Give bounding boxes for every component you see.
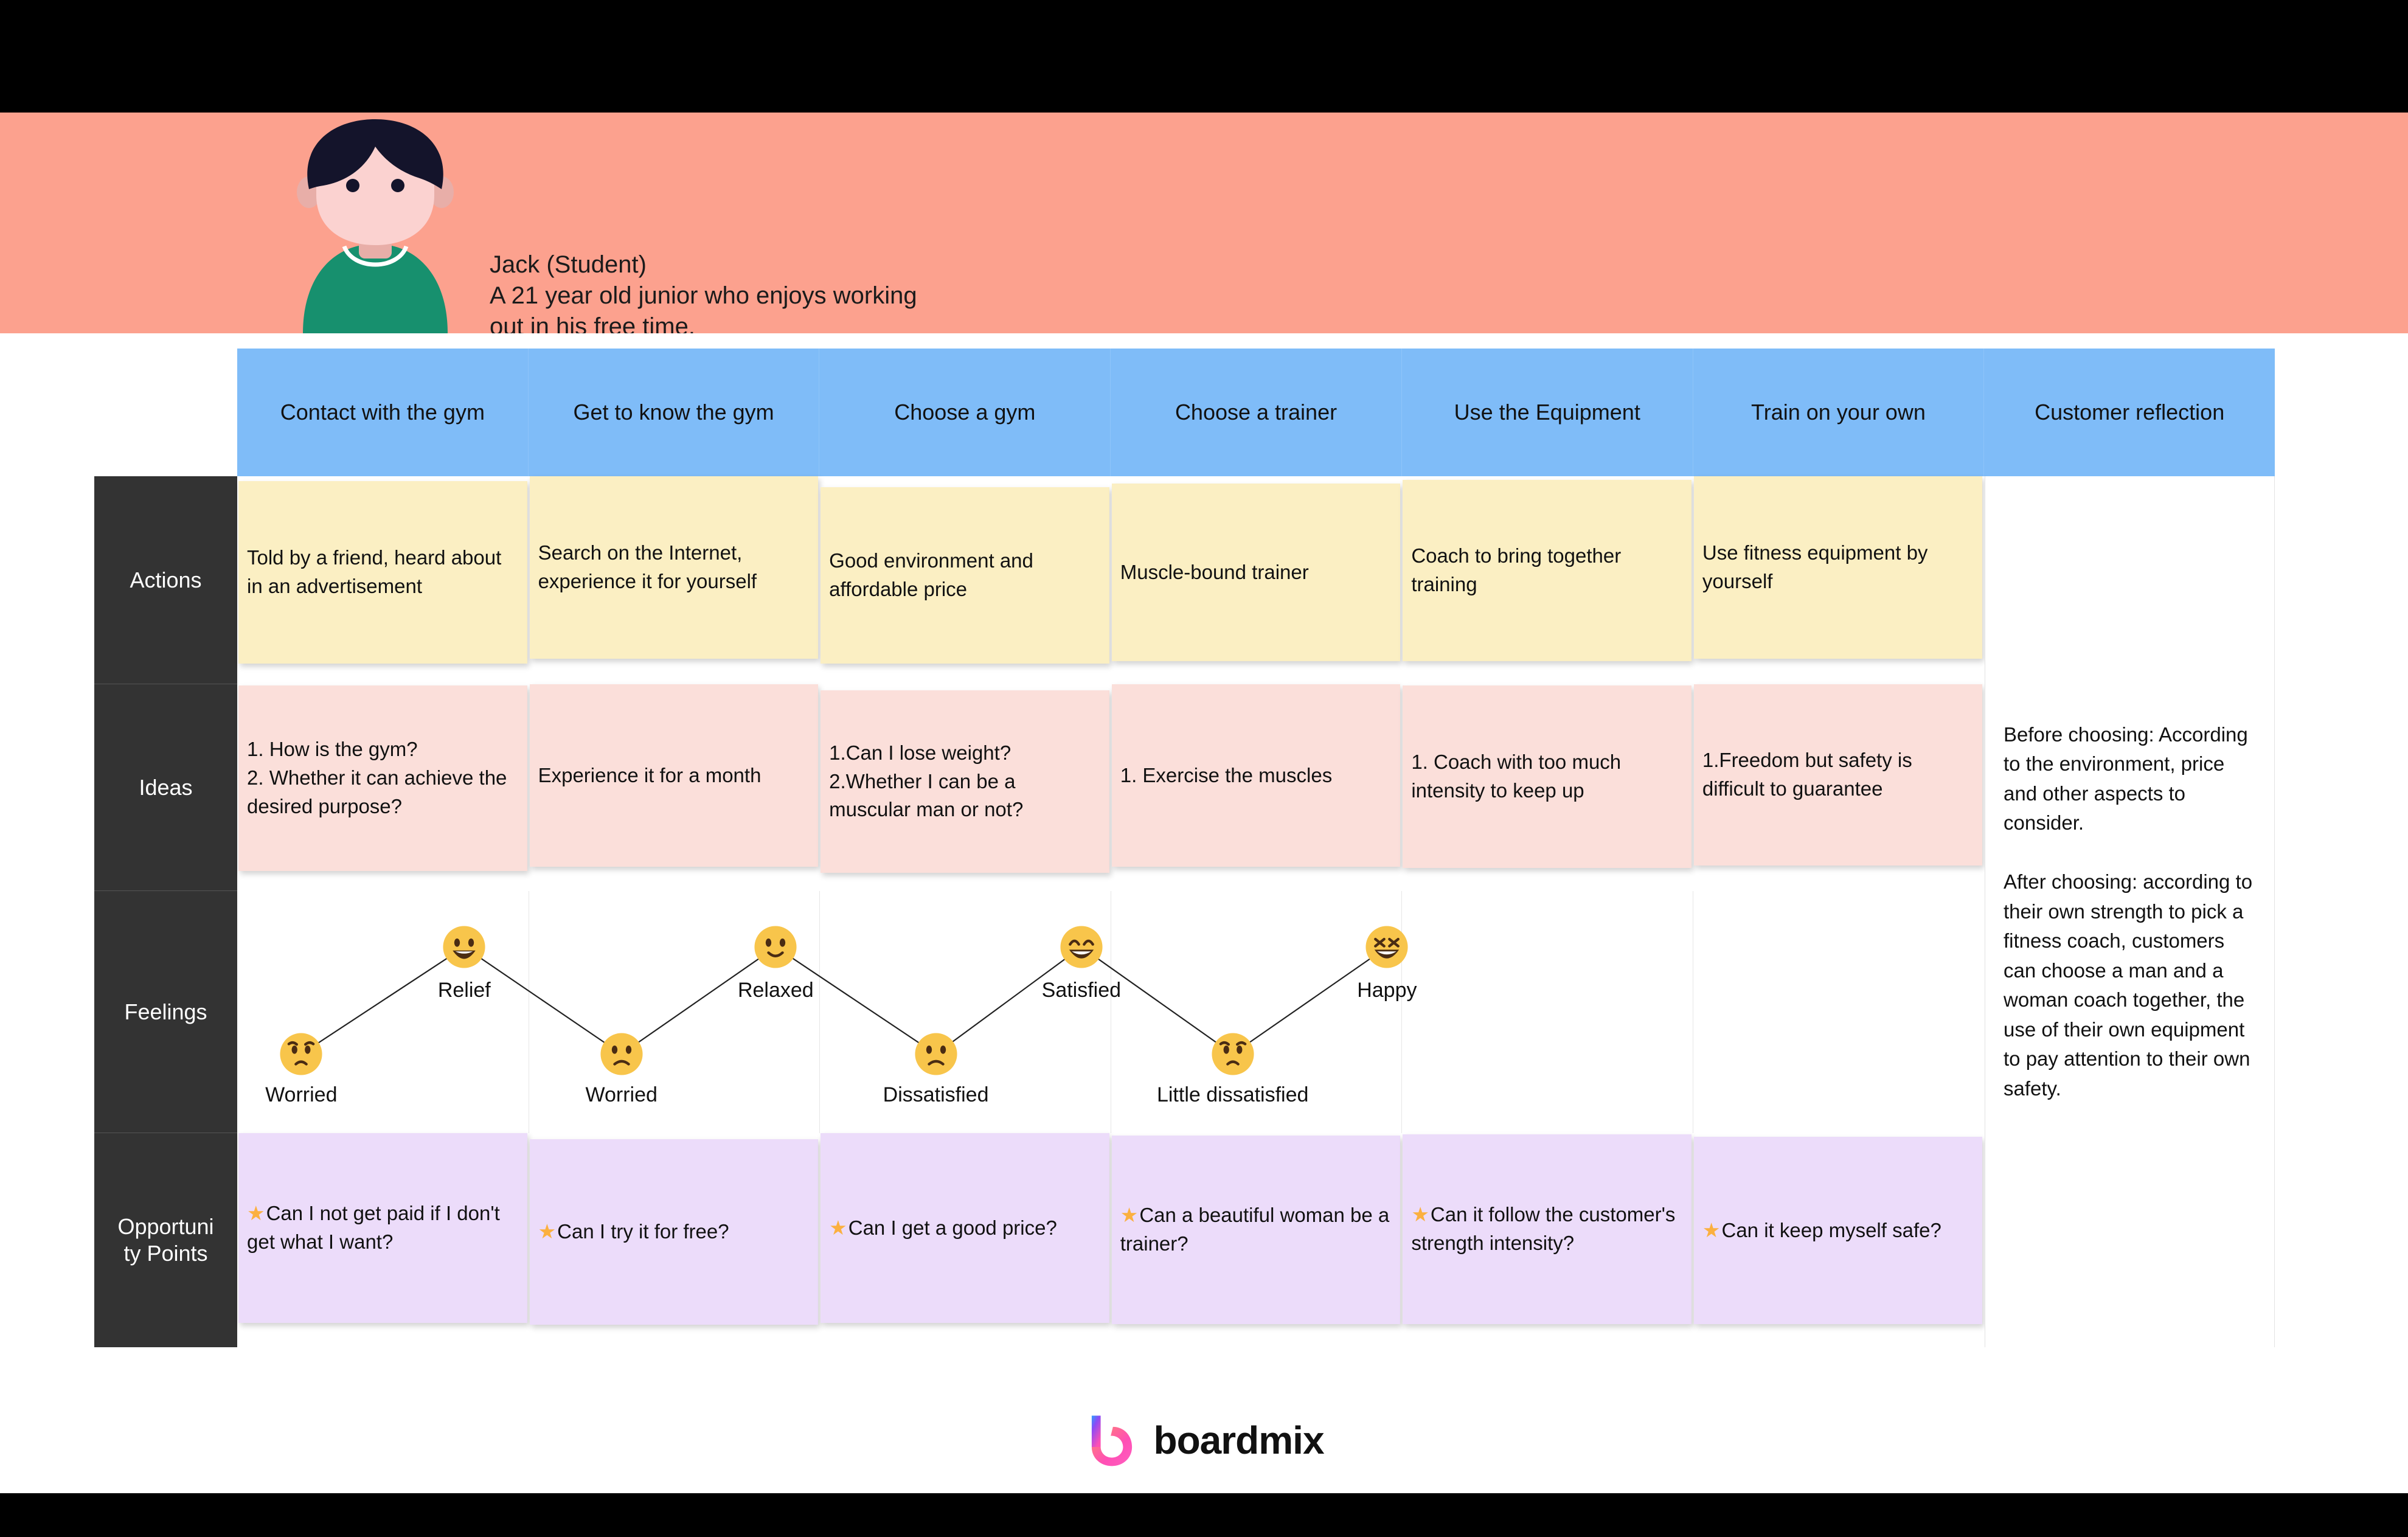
sticky-note[interactable]: ★Can I try it for free?	[529, 1139, 819, 1325]
opportunity-text: Can a beautiful woman be a trainer?	[1120, 1204, 1390, 1255]
sticky-note[interactable]: 1. Exercise the muscles	[1111, 684, 1401, 867]
row-label-ideas: Ideas	[94, 684, 237, 891]
cell-feelings-2	[819, 891, 1111, 1133]
cell-feelings-3	[1111, 891, 1402, 1133]
sticky-note[interactable]: Search on the Internet, experience it fo…	[529, 476, 819, 659]
cell-opportunity-1: ★Can I try it for free?	[529, 1133, 820, 1347]
sticky-note[interactable]: Muscle-bound trainer	[1111, 484, 1401, 661]
opportunity-text: Can it follow the customer's strength in…	[1411, 1203, 1676, 1254]
cell-opportunity-5: ★Can it keep myself safe?	[1693, 1133, 1984, 1347]
cell-actions-3: Muscle-bound trainer	[1111, 476, 1402, 684]
sticky-note[interactable]: ★Can it follow the customer's strength i…	[1403, 1134, 1691, 1324]
star-icon: ★	[1120, 1204, 1139, 1227]
cell-ideas-2: 1.Can I lose weight? 2.Whether I can be …	[819, 684, 1111, 891]
stage-columns: Contact with the gym Get to know the gym…	[237, 349, 2275, 1347]
persona-name: Jack (Student)	[490, 251, 647, 278]
customer-reflection-text: Before choosing: According to the enviro…	[2004, 723, 2253, 1100]
row-ideas: 1. How is the gym? 2. Whether it can ach…	[237, 684, 2275, 891]
opportunity-text: Can I get a good price?	[848, 1216, 1057, 1239]
row-label-feelings: Feelings	[94, 891, 237, 1133]
cell-actions-5: Use fitness equipment by yourself	[1693, 476, 1984, 684]
sticky-note[interactable]: 1. How is the gym? 2. Whether it can ach…	[238, 685, 527, 871]
sticky-note[interactable]: Told by a friend, heard about in an adve…	[238, 481, 527, 664]
row-feelings: Worried Relief Worried Relaxed Dissatisfied S…	[237, 891, 2275, 1133]
row-label-column: Actions Ideas Feelings Opportuni ty Poin…	[94, 476, 237, 1347]
stage-header-row: Contact with the gym Get to know the gym…	[237, 349, 2275, 476]
opportunity-text: Can I try it for free?	[557, 1220, 729, 1243]
boardmix-logo-icon	[1092, 1415, 1133, 1466]
cell-ideas-1: Experience it for a month	[529, 684, 820, 891]
row-opportunity: ★Can I not get paid if I don't get what …	[237, 1133, 2275, 1347]
cell-ideas-4: 1. Coach with too much intensity to keep…	[1401, 684, 1693, 891]
sticky-note[interactable]: ★Can I get a good price?	[821, 1133, 1109, 1323]
customer-reflection-cell[interactable]: Before choosing: According to the enviro…	[1985, 476, 2275, 1347]
header-banner: Jack (Student) A 21 year old junior who …	[0, 113, 2408, 333]
stage-header-2[interactable]: Choose a gym	[819, 349, 1111, 476]
boardmix-wordmark: boardmix	[1153, 1418, 1324, 1462]
row-label-actions: Actions	[94, 476, 237, 684]
sticky-note[interactable]: Good environment and affordable price	[821, 487, 1109, 664]
persona-block: Jack (Student) A 21 year old junior who …	[490, 249, 1098, 333]
sticky-note[interactable]: ★Can a beautiful woman be a trainer?	[1111, 1136, 1401, 1324]
cell-opportunity-3: ★Can a beautiful woman be a trainer?	[1111, 1133, 1402, 1347]
stage-header-4[interactable]: Use the Equipment	[1402, 349, 1693, 476]
sticky-note[interactable]: 1.Freedom but safety is difficult to gua…	[1693, 684, 1983, 866]
star-icon: ★	[247, 1202, 265, 1225]
sticky-note[interactable]: 1. Coach with too much intensity to keep…	[1403, 685, 1691, 868]
sticky-note[interactable]: 1.Can I lose weight? 2.Whether I can be …	[821, 690, 1109, 873]
stage-header-5[interactable]: Train on your own	[1693, 349, 1985, 476]
journey-map-grid: Actions Ideas Feelings Opportuni ty Poin…	[94, 349, 2275, 1359]
cell-opportunity-4: ★Can it follow the customer's strength i…	[1401, 1133, 1693, 1347]
cell-actions-0: Told by a friend, heard about in an adve…	[237, 476, 529, 684]
stage-header-6[interactable]: Customer reflection	[1984, 349, 2275, 476]
row-actions: Told by a friend, heard about in an adve…	[237, 476, 2275, 684]
star-icon: ★	[1411, 1203, 1429, 1226]
cell-actions-4: Coach to bring together training	[1401, 476, 1693, 684]
screenshot-canvas: Jack (Student) A 21 year old junior who …	[0, 0, 2408, 1537]
sticky-note[interactable]: Coach to bring together training	[1403, 480, 1691, 661]
opportunity-text: Can I not get paid if I don't get what I…	[247, 1202, 500, 1253]
persona-avatar	[297, 119, 454, 333]
persona-description: A 21 year old junior who enjoys working …	[490, 282, 917, 333]
stage-header-1[interactable]: Get to know the gym	[529, 349, 820, 476]
star-icon: ★	[829, 1216, 847, 1239]
sticky-note[interactable]: Use fitness equipment by yourself	[1693, 476, 1983, 659]
sticky-note[interactable]: ★Can it keep myself safe?	[1693, 1137, 1983, 1324]
sticky-note[interactable]: Experience it for a month	[529, 684, 819, 867]
cell-ideas-0: 1. How is the gym? 2. Whether it can ach…	[237, 684, 529, 891]
sticky-note[interactable]: ★Can I not get paid if I don't get what …	[238, 1133, 527, 1323]
cell-feelings-4	[1401, 891, 1693, 1133]
row-label-opportunity: Opportuni ty Points	[94, 1133, 237, 1347]
cell-ideas-5: 1.Freedom but safety is difficult to gua…	[1693, 684, 1984, 891]
cell-opportunity-0: ★Can I not get paid if I don't get what …	[237, 1133, 529, 1347]
cell-actions-1: Search on the Internet, experience it fo…	[529, 476, 820, 684]
opportunity-text: Can it keep myself safe?	[1721, 1218, 1941, 1241]
cell-feelings-1	[529, 891, 820, 1133]
cell-feelings-0	[237, 891, 529, 1133]
cell-feelings-5	[1693, 891, 1984, 1133]
star-icon: ★	[538, 1220, 557, 1243]
footer-branding: boardmix	[0, 1387, 2408, 1493]
stage-header-3[interactable]: Choose a trainer	[1111, 349, 1402, 476]
cell-opportunity-2: ★Can I get a good price?	[819, 1133, 1111, 1347]
star-icon: ★	[1702, 1218, 1721, 1241]
cell-ideas-3: 1. Exercise the muscles	[1111, 684, 1402, 891]
stage-header-0[interactable]: Contact with the gym	[237, 349, 529, 476]
board-page: Jack (Student) A 21 year old junior who …	[0, 113, 2408, 1493]
cell-actions-2: Good environment and affordable price	[819, 476, 1111, 684]
